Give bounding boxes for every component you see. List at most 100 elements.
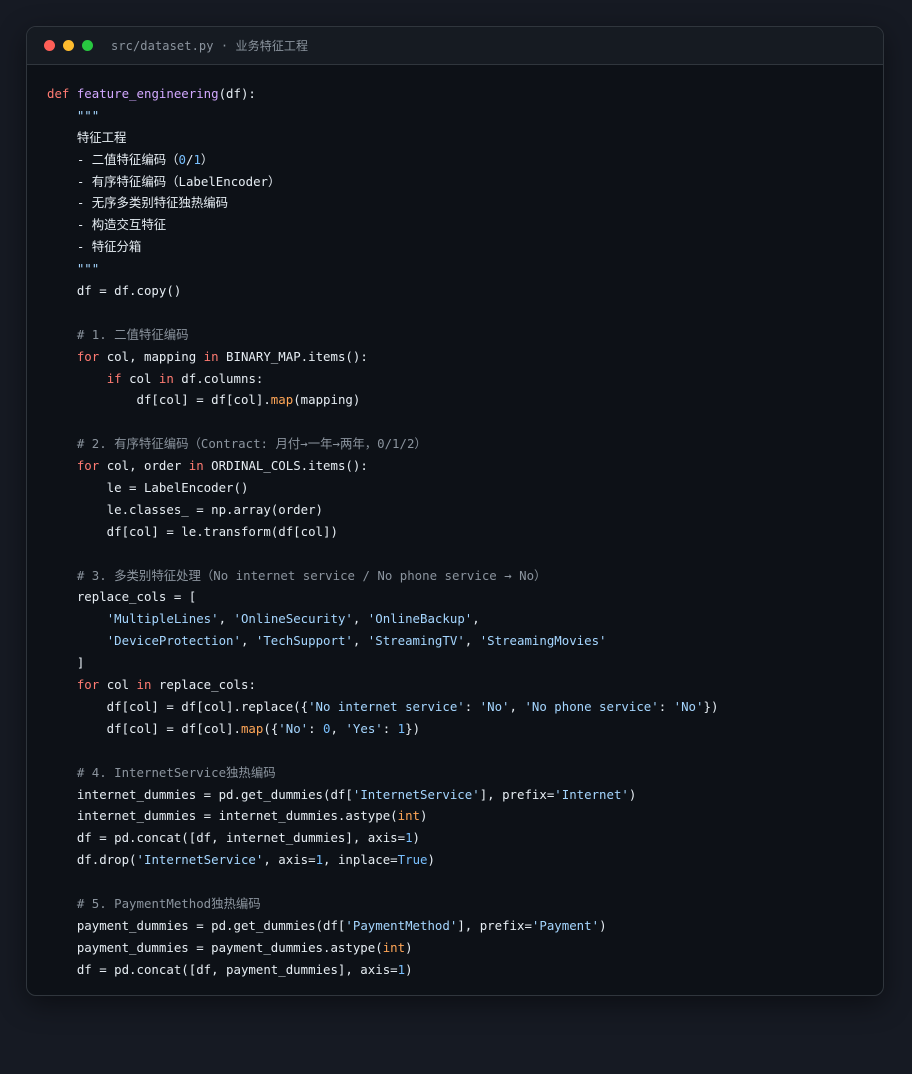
code-token: # 2. 有序特征编码（Contract: 月付→一年→两年，0/1/2） (76, 436, 427, 452)
code-token: , (218, 611, 234, 627)
code-line: le = LabelEncoder() (47, 477, 873, 499)
code-token: df[col] = df[col].replace({ (47, 698, 309, 714)
page-background: src/dataset.py · 业务特征工程 def feature_engi… (0, 0, 912, 1074)
code-line: replace_cols = [ (47, 586, 873, 608)
code-token: , inplace= (323, 852, 398, 868)
code-token: 1 (405, 830, 413, 846)
code-line: df[col] = df[col].map({'No': 0, 'Yes': 1… (47, 718, 873, 740)
code-token: 1 (315, 852, 324, 868)
code-token: 'StreamingMovies' (479, 633, 607, 649)
code-line: internet_dummies = pd.get_dummies(df['In… (47, 784, 873, 806)
code-token: 0 (178, 151, 186, 167)
code-token: df[col] = df[col]. (47, 720, 241, 736)
code-token: le = LabelEncoder() (47, 480, 249, 496)
code-token: , (352, 611, 368, 627)
code-token: col, mapping (99, 348, 204, 364)
code-line: - 无序多类别特征独热编码 (47, 192, 873, 214)
minimize-window-button[interactable] (63, 40, 74, 51)
code-token: 1 (397, 961, 406, 977)
code-line: df = pd.concat([df, internet_dummies], a… (47, 827, 873, 849)
code-token: 1 (193, 151, 201, 167)
code-token: ], prefix= (479, 786, 555, 802)
code-token: 'PaymentMethod' (345, 917, 458, 933)
code-token: , (509, 698, 525, 714)
code-token: if (106, 370, 122, 386)
code-token: }) (703, 698, 719, 714)
code-line: df[col] = le.transform(df[col]) (47, 521, 873, 543)
code-line: """ (47, 105, 873, 127)
code-token: replace_cols: (151, 677, 256, 693)
code-token: - 特征分箱 (47, 239, 142, 255)
code-token: : (464, 698, 480, 714)
code-token: 'OnlineSecurity' (233, 611, 353, 627)
code-line: ​ (47, 302, 873, 324)
code-line: ] (47, 652, 873, 674)
code-token: 特征工程 (47, 129, 127, 145)
code-token: df = pd.concat([df, internet_dummies], a… (47, 830, 406, 846)
code-token: 'No phone service' (524, 698, 659, 714)
code-editor[interactable]: def feature_engineering(df): """ 特征工程 - … (47, 83, 873, 981)
code-token: ） (200, 151, 214, 167)
code-token: 'No internet service' (308, 698, 465, 714)
code-token: ] (47, 655, 85, 671)
code-token: feature_engineering (76, 86, 219, 101)
code-line: # 1. 二值特征编码 (47, 324, 873, 346)
code-token: }) (405, 720, 421, 736)
close-window-button[interactable] (44, 40, 55, 51)
code-token: df[col] = df[col]. (47, 392, 271, 408)
code-token: 'No' (673, 698, 704, 714)
code-token: col, order (99, 458, 189, 474)
code-token: # 1. 二值特征编码 (76, 326, 189, 342)
code-token: (df): (218, 86, 256, 101)
code-token: ORDINAL_COLS.items(): (203, 458, 368, 474)
code-token: ) (427, 852, 435, 868)
code-line: ​ (47, 411, 873, 433)
code-token: def (47, 86, 77, 101)
code-token: col (99, 677, 137, 693)
code-token: map (240, 720, 264, 736)
maximize-window-button[interactable] (82, 40, 93, 51)
code-line: payment_dummies = pd.get_dummies(df['Pay… (47, 915, 873, 937)
code-line: def feature_engineering(df): (47, 83, 873, 105)
code-line: 'MultipleLines', 'OnlineSecurity', 'Onli… (47, 608, 873, 630)
code-token: internet_dummies = pd.get_dummies(df[ (47, 786, 353, 802)
code-token: 0 (323, 720, 331, 736)
code-token: , (472, 611, 480, 627)
code-token: for (76, 677, 100, 693)
code-token: : (308, 720, 324, 736)
code-token: ) (405, 961, 413, 977)
code-token: # 5. PaymentMethod独热编码 (76, 895, 261, 911)
code-line: - 特征分箱 (47, 236, 873, 258)
code-line: for col in replace_cols: (47, 674, 873, 696)
code-line: df = pd.concat([df, payment_dummies], ax… (47, 959, 873, 981)
code-token: (mapping) (293, 392, 361, 408)
code-token: 'DeviceProtection' (106, 633, 241, 649)
code-token: 'TechSupport' (255, 633, 353, 649)
code-line: # 4. InternetService独热编码 (47, 762, 873, 784)
code-token: 'Payment' (531, 917, 600, 933)
code-token: df[col] = le.transform(df[col]) (47, 523, 338, 539)
code-token: , (352, 633, 368, 649)
code-line: for col, order in ORDINAL_COLS.items(): (47, 455, 873, 477)
code-token: df = pd.concat([df, payment_dummies], ax… (47, 961, 398, 977)
code-line: for col, mapping in BINARY_MAP.items(): (47, 346, 873, 368)
code-token: in (136, 677, 152, 693)
code-token: 'Yes' (345, 720, 383, 736)
code-line: """ (47, 258, 873, 280)
code-token: in (158, 370, 174, 386)
code-token: for (76, 458, 100, 474)
code-token: 'No' (479, 698, 510, 714)
code-token: - 有序特征编码（LabelEncoder） (47, 173, 281, 189)
code-token: 'OnlineBackup' (367, 611, 473, 627)
code-token: # 4. InternetService独热编码 (76, 764, 276, 780)
code-window: src/dataset.py · 业务特征工程 def feature_engi… (26, 26, 884, 996)
code-token: - 无序多类别特征独热编码 (47, 195, 229, 211)
code-line: ​ (47, 871, 873, 893)
code-token: in (203, 348, 219, 364)
code-token: ], prefix= (457, 917, 532, 933)
